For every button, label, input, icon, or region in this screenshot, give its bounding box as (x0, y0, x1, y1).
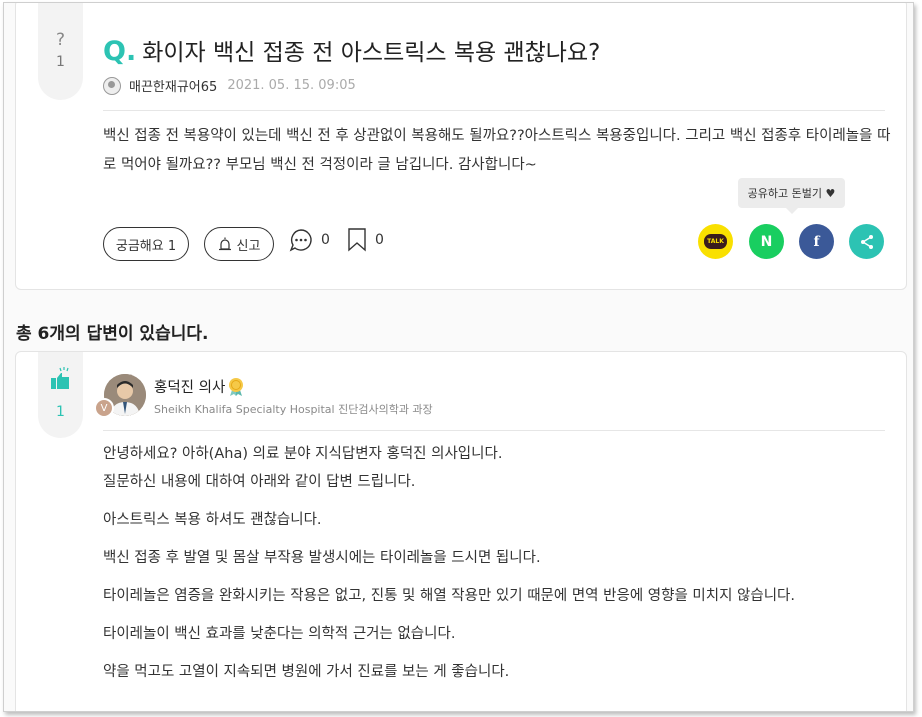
curious-button[interactable]: 궁금해요 1 (103, 227, 189, 261)
user-avatar-icon (103, 76, 121, 95)
question-title: Q. 화이자 백신 접종 전 아스트릭스 복용 괜찮나요? (103, 33, 600, 67)
answer-body: 안녕하세요? 아하(Aha) 의료 분야 지식답변자 홍덕진 의사입니다. 질문… (103, 440, 893, 696)
answer-paragraph: 타이레놀은 염증을 완화시키는 작용은 없고, 진통 및 해열 작용만 있기 때… (103, 588, 795, 604)
kakao-icon: TALK (704, 234, 727, 249)
naver-share-button[interactable]: N (749, 224, 784, 259)
answer-card: 1 V 홍덕진 의사 Sheikh Khalifa Specialty Hosp… (15, 351, 907, 711)
curious-label: 궁금해요 1 (115, 238, 177, 254)
answers-heading: 총 6개의 답변이 있습니다. (16, 324, 209, 344)
comment-count-group[interactable]: 0 (289, 228, 330, 252)
bookmark-icon (348, 228, 366, 252)
doctor-name[interactable]: 홍덕진 의사 (154, 376, 225, 397)
answer-paragraph: 백신 접종 후 발열 및 몸살 부작용 발생시에는 타이레놀을 드시면 됩니다. (103, 550, 541, 566)
medal-icon (229, 377, 244, 396)
thumbs-up-icon (50, 367, 69, 389)
comment-icon (289, 229, 312, 252)
answer-paragraph: 타이레놀이 백신 효과를 낮춘다는 의학적 근거는 없습니다. (103, 626, 456, 642)
like-count: 1 (56, 404, 65, 420)
bookmark-count-group[interactable]: 0 (347, 228, 384, 252)
bookmark-count: 0 (375, 232, 384, 248)
facebook-share-button[interactable]: f (799, 224, 834, 259)
post-date: 2021. 05. 15. 09:05 (227, 78, 356, 93)
answer-paragraph: 질문하신 내용에 대하여 아래와 같이 답변 드립니다. (103, 474, 416, 490)
doctor-name-row: 홍덕진 의사 (154, 376, 245, 397)
comment-count: 0 (321, 232, 330, 248)
author-name[interactable]: 매끈한재규어65 (129, 76, 217, 95)
expert-badge-icon: V (94, 398, 114, 418)
page-frame: ? 1 Q. 화이자 백신 접종 전 아스트릭스 복용 괜찮나요? 매끈한재규어6… (3, 2, 914, 712)
share-tooltip-text: 공유하고 돈벌기 ♥ (747, 187, 836, 200)
siren-icon (218, 237, 231, 251)
question-author-row: 매끈한재규어65 2021. 05. 15. 09:05 (103, 76, 356, 95)
question-side-tab: ? 1 (38, 3, 83, 100)
q-logo-icon: Q. (103, 36, 137, 67)
divider (103, 110, 885, 111)
share-tooltip: 공유하고 돈벌기 ♥ (738, 178, 845, 214)
report-label: 신고 (236, 238, 261, 254)
report-button[interactable]: 신고 (204, 227, 274, 261)
question-count: 1 (56, 54, 65, 70)
facebook-icon: f (813, 233, 820, 250)
answer-paragraph: 아스트릭스 복용 하셔도 괜찮습니다. (103, 512, 322, 528)
divider (103, 430, 885, 431)
like-tab[interactable]: 1 (38, 352, 83, 438)
answer-paragraph: 약을 먹고도 고열이 지속되면 병원에 가서 진료를 보는 게 좋습니다. (103, 664, 510, 680)
doctor-affiliation: Sheikh Khalifa Specialty Hospital 진단검사의학… (154, 403, 433, 416)
question-card: ? 1 Q. 화이자 백신 접종 전 아스트릭스 복용 괜찮나요? 매끈한재규어6… (15, 3, 907, 290)
answer-paragraph: 안녕하세요? 아하(Aha) 의료 분야 지식답변자 홍덕진 의사입니다. (103, 446, 503, 462)
naver-icon: N (760, 233, 773, 250)
question-mark-icon: ? (55, 30, 66, 50)
question-body: 백신 접종 전 복용약이 있는데 백신 전 후 상관없이 복용해도 될까요??아… (103, 128, 891, 173)
kakao-share-button[interactable]: TALK (698, 224, 733, 259)
share-icon (860, 234, 873, 249)
share-button[interactable] (849, 224, 884, 259)
question-title-text: 화이자 백신 접종 전 아스트릭스 복용 괜찮나요? (142, 40, 601, 66)
